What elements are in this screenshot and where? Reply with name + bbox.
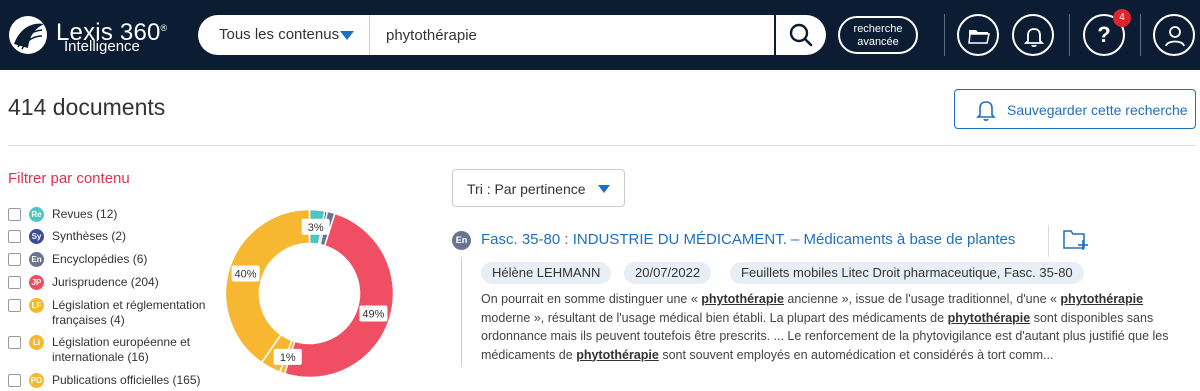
user-icon xyxy=(1165,26,1185,47)
search-icon xyxy=(789,23,813,47)
snippet-text: ancienne », issue de l'usage traditionne… xyxy=(783,292,1061,306)
results-count: 414 documents xyxy=(8,94,166,120)
divider xyxy=(8,145,1196,146)
bell-icon xyxy=(1023,28,1045,48)
checkbox[interactable] xyxy=(8,253,21,266)
divider xyxy=(461,257,462,367)
checkbox[interactable] xyxy=(8,208,21,221)
highlighted-term: phytothérapie xyxy=(576,347,659,362)
snippet-text: On pourrait en somme distinguer une « xyxy=(481,292,702,306)
content-type-badge: En xyxy=(452,231,471,250)
result-snippet: On pourrait en somme distinguer une « ph… xyxy=(481,290,1193,364)
filter-item-label-line: Législation et réglementation xyxy=(52,298,206,312)
caret-down-icon xyxy=(340,31,354,40)
search-button[interactable] xyxy=(774,15,826,55)
checkbox[interactable] xyxy=(8,230,21,243)
date-tag: 20/07/2022 xyxy=(624,262,712,284)
snippet-text: moderne », résultant de l'usage médical … xyxy=(481,310,948,325)
content-type-badge: En xyxy=(29,252,44,267)
content-type-badge: PO xyxy=(29,373,44,388)
donut-slice-label: 1% xyxy=(280,352,296,364)
content-scope-select[interactable]: Tous les contenus xyxy=(198,15,370,55)
checkbox[interactable] xyxy=(8,374,21,387)
folder-icon xyxy=(968,30,990,44)
content-type-badge: JP xyxy=(29,275,44,290)
content-type-badge: LF xyxy=(29,298,44,313)
donut-slice-label: 3% xyxy=(308,222,324,234)
caret-down-icon xyxy=(598,185,610,193)
filter-item-label: Jurisprudence (204) xyxy=(52,275,159,289)
filter-item-label: Législation et réglementation françaises… xyxy=(52,298,205,328)
folders-button[interactable] xyxy=(957,14,999,56)
filter-item-label: Encyclopédies (6) xyxy=(52,252,148,266)
user-account-button[interactable] xyxy=(1153,14,1195,56)
highlighted-term: phytothérapie xyxy=(701,292,784,306)
filter-item-label: Publications officielles (165) xyxy=(52,373,201,387)
filter-item-label-line: françaises (4) xyxy=(52,313,125,327)
snippet-text: sont souvent employés en automédication … xyxy=(658,347,1054,362)
filter-item-label: Revues (12) xyxy=(52,207,118,221)
sort-label: Tri : Par pertinence xyxy=(467,181,586,197)
search-input[interactable] xyxy=(370,15,774,55)
top-bar: Lexis 360® Intelligence Tous les contenu… xyxy=(0,0,1200,70)
advanced-search-button[interactable]: recherche avancée xyxy=(838,16,918,54)
highlighted-term: phytothérapie xyxy=(1060,292,1144,306)
add-to-folder-icon[interactable] xyxy=(1061,226,1089,252)
divider xyxy=(1048,225,1049,257)
checkbox[interactable] xyxy=(8,299,21,312)
donut-slice-label: 49% xyxy=(362,309,384,321)
donut-slice[interactable] xyxy=(224,208,311,364)
save-search-label: Sauvegarder cette recherche xyxy=(1007,102,1188,118)
brand-logo[interactable]: Lexis 360® Intelligence xyxy=(8,14,188,56)
author-tag: Hélène LEHMANN xyxy=(481,262,612,284)
filter-item-label-line: internationale (16) xyxy=(52,350,149,364)
brand-subtitle: Intelligence xyxy=(64,38,140,55)
donut-slice-label: 40% xyxy=(235,268,257,280)
sort-select[interactable]: Tri : Par pertinence xyxy=(452,169,625,207)
checkbox[interactable] xyxy=(8,336,21,349)
content-distribution-donut-chart: 3% 49% 1% 40% xyxy=(224,208,395,379)
content-type-badge: Re xyxy=(29,207,44,222)
advanced-search-label-2: avancée xyxy=(857,36,899,48)
divider xyxy=(944,14,945,56)
source-tag: Feuillets mobiles Litec Droit pharmaceut… xyxy=(730,262,1084,284)
divider xyxy=(1069,14,1070,56)
notifications-button[interactable] xyxy=(1012,14,1054,56)
checkbox[interactable] xyxy=(8,276,21,289)
notification-count-badge: 4 xyxy=(1113,9,1131,27)
filter-item-label: Synthèses (2) xyxy=(52,229,127,243)
bell-icon xyxy=(976,101,996,121)
filter-title: Filtrer par contenu xyxy=(8,170,130,187)
advanced-search-label-1: recherche xyxy=(853,23,903,35)
result-title-link[interactable]: Fasc. 35-80 : INDUSTRIE DU MÉDICAMENT. –… xyxy=(481,231,1015,248)
logo-emblem-icon xyxy=(9,16,47,54)
highlighted-term: phytothérapie xyxy=(947,310,1031,325)
save-search-button[interactable]: Sauvegarder cette recherche xyxy=(954,89,1196,129)
content-type-badge: Sy xyxy=(29,229,44,244)
filter-item-label-line: Législation européenne et xyxy=(52,335,191,349)
content-scope-label: Tous les contenus xyxy=(219,26,340,43)
content-type-badge: LI xyxy=(29,335,44,350)
filter-item-label: Législation européenne et internationale… xyxy=(52,335,190,365)
divider xyxy=(1140,14,1141,56)
